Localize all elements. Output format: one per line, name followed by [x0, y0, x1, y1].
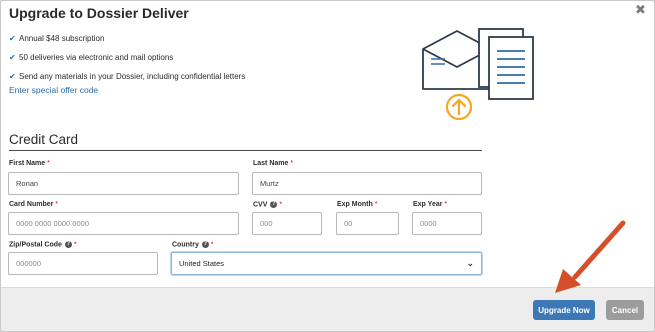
question-circle-icon[interactable]: ?	[201, 241, 209, 248]
checkmark-icon: ✔	[9, 72, 16, 81]
chevron-down-icon: ⌄	[466, 258, 474, 268]
benefit-item: ✔ Annual $48 subscription	[9, 29, 245, 48]
first-name-label-text: First Name	[9, 160, 46, 167]
required-marker: *	[374, 201, 378, 208]
benefit-item: ✔ 50 deliveries via electronic and mail …	[9, 48, 245, 67]
benefit-text: Annual $48 subscription	[19, 34, 105, 43]
question-circle-icon[interactable]: ?	[64, 241, 72, 248]
documents-upload-illustration	[422, 28, 534, 121]
cvv-label-text: CVV	[253, 201, 268, 209]
exp-month-label: Exp Month *	[337, 201, 377, 208]
required-marker: *	[279, 201, 283, 209]
last-name-label-text: Last Name	[253, 160, 289, 167]
exp-year-label: Exp Year *	[413, 201, 447, 208]
country-label: Country ? *	[172, 241, 213, 248]
required-marker: *	[210, 241, 214, 249]
cancel-button[interactable]: Cancel	[606, 300, 644, 320]
exp-month-label-text: Exp Month	[337, 201, 373, 208]
benefits-list: ✔ Annual $48 subscription ✔ 50 deliverie…	[9, 29, 245, 86]
first-name-label: First Name *	[9, 160, 50, 167]
card-number-label-text: Card Number	[9, 201, 54, 208]
cvv-label: CVV ? *	[253, 201, 282, 208]
cvv-input[interactable]: 000	[252, 212, 322, 235]
required-marker: *	[47, 160, 50, 167]
zip-label: Zip/Postal Code ? *	[9, 241, 77, 248]
question-circle-icon[interactable]: ?	[270, 201, 278, 208]
country-select-value: United States	[179, 259, 225, 268]
card-number-label: Card Number *	[9, 201, 58, 208]
benefit-text: Send any materials in your Dossier, incl…	[19, 72, 246, 81]
benefit-item: ✔ Send any materials in your Dossier, in…	[9, 67, 245, 86]
exp-month-input[interactable]: 00	[336, 212, 399, 235]
required-marker: *	[444, 201, 448, 208]
zip-label-text: Zip/Postal Code	[9, 241, 62, 249]
card-number-input[interactable]: 0000 0000 0000 0000	[8, 212, 239, 235]
section-divider	[9, 150, 482, 151]
last-name-label: Last Name *	[253, 160, 293, 167]
required-marker: *	[55, 201, 59, 208]
last-name-input[interactable]: Murtz	[252, 172, 482, 195]
first-name-input[interactable]: Ronan	[8, 172, 239, 195]
checkmark-icon: ✔	[9, 34, 16, 43]
upload-arrow-icon	[445, 93, 473, 121]
close-icon[interactable]: ✖	[635, 2, 646, 18]
special-offer-link[interactable]: Enter special offer code	[9, 85, 98, 95]
upgrade-dialog: Upgrade to Dossier Deliver ✖ ✔ Annual $4…	[0, 0, 655, 332]
required-marker: *	[290, 160, 294, 167]
zip-input[interactable]: 000000	[8, 252, 158, 275]
credit-card-heading: Credit Card	[9, 132, 79, 147]
country-label-text: Country	[172, 241, 199, 249]
upgrade-now-button[interactable]: Upgrade Now	[533, 300, 595, 320]
document-front-icon	[488, 36, 534, 100]
exp-year-input[interactable]: 0000	[412, 212, 482, 235]
benefit-text: 50 deliveries via electronic and mail op…	[19, 53, 174, 62]
checkmark-icon: ✔	[9, 53, 16, 62]
country-select[interactable]: United States ⌄	[171, 252, 482, 275]
required-marker: *	[73, 241, 77, 249]
exp-year-label-text: Exp Year	[413, 201, 443, 208]
dialog-title: Upgrade to Dossier Deliver	[9, 5, 189, 21]
